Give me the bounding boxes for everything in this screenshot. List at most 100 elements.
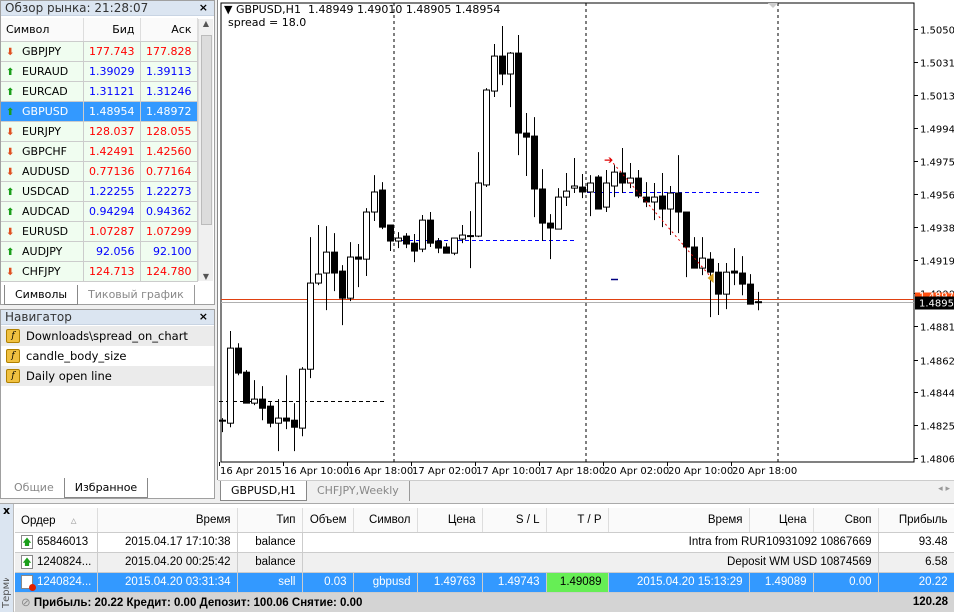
navigator-item[interactable]: f Downloads\spread_on_chart [1, 326, 214, 346]
column-swap[interactable]: Своп [813, 508, 879, 533]
candle-bear [675, 192, 682, 213]
column-open-price[interactable]: Цена [417, 508, 483, 533]
market-watch-panel: Обзор рынка: 21:28:07 × Символ Бид Аск ⬇… [0, 0, 215, 305]
market-watch-row[interactable]: ⬆ AUDJPY 92.056 92.100 [1, 241, 198, 262]
symbol-name: EURCAD [22, 84, 68, 98]
candle-bull [451, 237, 458, 254]
close-icon[interactable]: × [199, 310, 208, 323]
market-watch-row[interactable]: ⬇ CHFJPY 124.713 124.780 [1, 261, 198, 282]
candle-bear [515, 52, 522, 134]
tab-scroll-arrows-icon[interactable]: ◂ ▸ [938, 484, 950, 494]
market-watch-row[interactable]: ⬆ USDCAD 1.22255 1.22273 [1, 181, 198, 202]
table-row-selected[interactable]: 1240824... 2015.04.20 03:31:34 sell 0.03… [15, 572, 954, 593]
chart-menu-triangle-icon[interactable]: ▼ [224, 3, 236, 16]
arrow-down-icon: ⬇ [6, 166, 15, 178]
comment-cell: Intra from RUR10931092 10867669 [302, 532, 879, 553]
ask-cell: 1.07299 [140, 221, 198, 242]
close-icon[interactable]: × [199, 1, 208, 14]
column-profit[interactable]: Прибыль [878, 508, 954, 533]
table-row[interactable]: 🡅 65846013 2015.04.17 17:10:38 balance In… [15, 532, 954, 553]
scroll-down-icon[interactable]: ▼ [199, 272, 213, 281]
y-tick-label: 1.49755 [920, 158, 954, 169]
scroll-up-icon[interactable]: ▲ [199, 19, 213, 28]
column-ask[interactable]: Аск [140, 18, 198, 42]
column-symbol[interactable]: Символ [1, 18, 84, 42]
y-tick-label: 1.50315 [920, 59, 954, 70]
chart-ohlc: 1.48949 1.49010 1.48905 1.48954 [307, 3, 501, 16]
column-close-time[interactable]: Время [608, 508, 750, 533]
tab-tick-chart[interactable]: Тиковый график [78, 285, 195, 305]
y-tick-label: 1.48440 [920, 389, 954, 400]
candle-bear [747, 283, 754, 305]
order-cell: 🡅 65846013 [15, 532, 98, 553]
candle-bull [507, 52, 514, 75]
table-row[interactable]: 🡅 1240824... 2015.04.20 00:25:42 balance … [15, 552, 954, 573]
candle-bear [531, 135, 538, 190]
market-watch-scrollbar[interactable]: ▲ ▼ [198, 19, 213, 281]
column-sl[interactable]: S / L [482, 508, 547, 533]
candle-bear [715, 271, 722, 295]
market-watch-row[interactable]: ⬇ EURJPY 128.037 128.055 [1, 121, 198, 142]
symbol-name: AUDUSD [22, 164, 70, 178]
chart-frame [220, 2, 915, 463]
tab-favorites[interactable]: Избранное [63, 478, 149, 498]
tab-symbols[interactable]: Символы [4, 285, 79, 305]
profit-cell: 20.22 [878, 572, 954, 593]
y-tick-label: 1.50130 [920, 92, 954, 103]
market-watch-row[interactable]: ⬆ GBPUSD 1.48954 1.48972 [1, 101, 198, 122]
market-watch-row[interactable]: ⬆ EURAUD 1.39029 1.39113 [1, 61, 198, 82]
column-order[interactable]: Ордер ▵ [15, 508, 98, 533]
scroll-thumb[interactable] [201, 35, 212, 225]
summary-row: ⊘ Прибыль: 20.22 Кредит: 0.00 Депозит: 1… [15, 592, 954, 612]
tab-gbpusd-h1[interactable]: GBPUSD,H1 [220, 481, 307, 501]
column-tp[interactable]: T / P [546, 508, 609, 533]
candle-bear [635, 177, 642, 197]
symbol-name: GBPUSD [22, 104, 69, 118]
type-cell: balance [237, 532, 303, 553]
candle-bear [283, 417, 290, 422]
column-close-price[interactable]: Цена [749, 508, 814, 533]
type-cell: sell [237, 572, 303, 593]
market-watch-row[interactable]: ⬇ GBPCHF 1.42491 1.42560 [1, 141, 198, 162]
candle-bear [355, 256, 362, 260]
symbol-name: AUDCAD [22, 204, 70, 218]
indicator-icon: f [6, 329, 20, 343]
bid-cell: 124.713 [83, 261, 141, 282]
bid-cell: 128.037 [83, 121, 141, 142]
close-icon[interactable]: x [0, 504, 13, 517]
candle-bear [619, 172, 626, 184]
candlestick-chart[interactable]: 1.50505 1.50315 1.50130 1.49940 1.49755 1.495… [218, 0, 954, 480]
symbol-name: GBPCHF [22, 144, 67, 158]
candle-bear [243, 371, 250, 404]
column-volume[interactable]: Объем [302, 508, 354, 533]
market-watch-row[interactable]: ⬇ GBPJPY 177.743 177.828 [1, 41, 198, 62]
candle-bull [571, 185, 578, 189]
terminal-panel: x Терминал Ордер ▵ Время Тип Объем Симво… [0, 503, 954, 612]
ask-cell: 177.828 [140, 41, 198, 62]
symbol-cell: ⬇ EURUSD [1, 221, 84, 242]
candle-bull [419, 219, 426, 250]
navigator-tabs: Общие Избранное [4, 478, 149, 498]
column-bid[interactable]: Бид [83, 18, 141, 42]
summary-dot-icon: ⊘ [21, 597, 34, 610]
column-open-time[interactable]: Время [97, 508, 238, 533]
y-tick-label: 1.48625 [920, 357, 954, 368]
market-watch-row[interactable]: ⬆ AUDCAD 0.94294 0.94362 [1, 201, 198, 222]
tab-common[interactable]: Общие [4, 478, 64, 498]
market-watch-row[interactable]: ⬇ EURUSD 1.07287 1.07299 [1, 221, 198, 242]
candle-bear [379, 189, 386, 228]
navigator-item[interactable]: f Daily open line [1, 366, 214, 386]
market-watch-row[interactable]: ⬆ EURCAD 1.31121 1.31246 [1, 81, 198, 102]
tp-cell: 1.49089 [546, 572, 609, 593]
navigator-item[interactable]: f candle_body_size [1, 346, 214, 366]
candle-bear [691, 246, 698, 269]
column-symbol[interactable]: Символ [353, 508, 418, 533]
chart-window[interactable]: 1.50505 1.50315 1.50130 1.49940 1.49755 1.495… [217, 0, 954, 480]
candle-bear [411, 242, 418, 252]
arrow-down-icon: ⬇ [6, 46, 15, 58]
arrow-down-icon: ⬇ [6, 126, 15, 138]
tab-chfjpy-weekly[interactable]: CHFJPY,Weekly [307, 481, 410, 501]
candle-bear [403, 235, 410, 245]
market-watch-row[interactable]: ⬇ AUDUSD 0.77136 0.77164 [1, 161, 198, 182]
column-type[interactable]: Тип [237, 508, 303, 533]
